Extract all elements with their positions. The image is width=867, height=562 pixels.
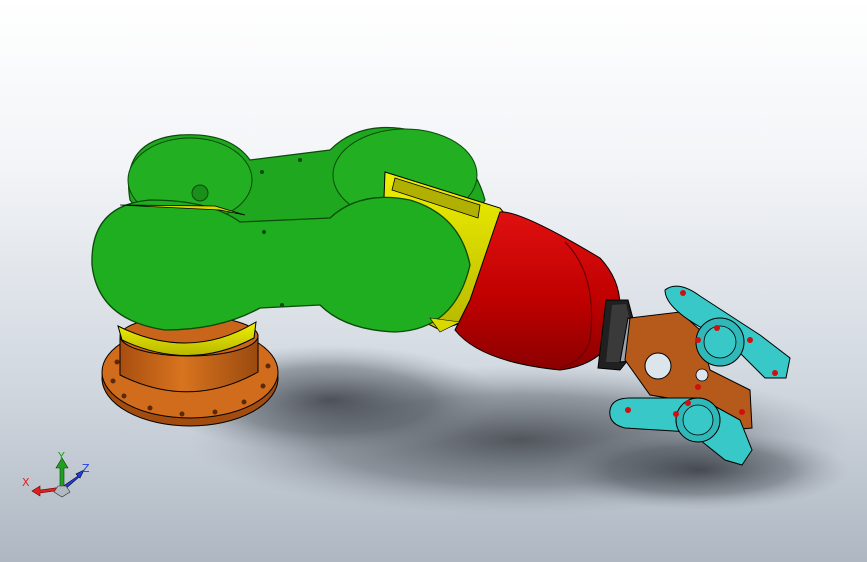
model-view[interactable]: X Y Z: [0, 0, 867, 562]
graphics-viewport[interactable]: X Y Z: [0, 0, 867, 562]
orientation-triad[interactable]: X Y Z: [22, 450, 90, 498]
x-axis-label: X: [22, 476, 30, 489]
z-axis-label: Z: [82, 462, 90, 475]
y-axis-label: Y: [57, 450, 65, 463]
